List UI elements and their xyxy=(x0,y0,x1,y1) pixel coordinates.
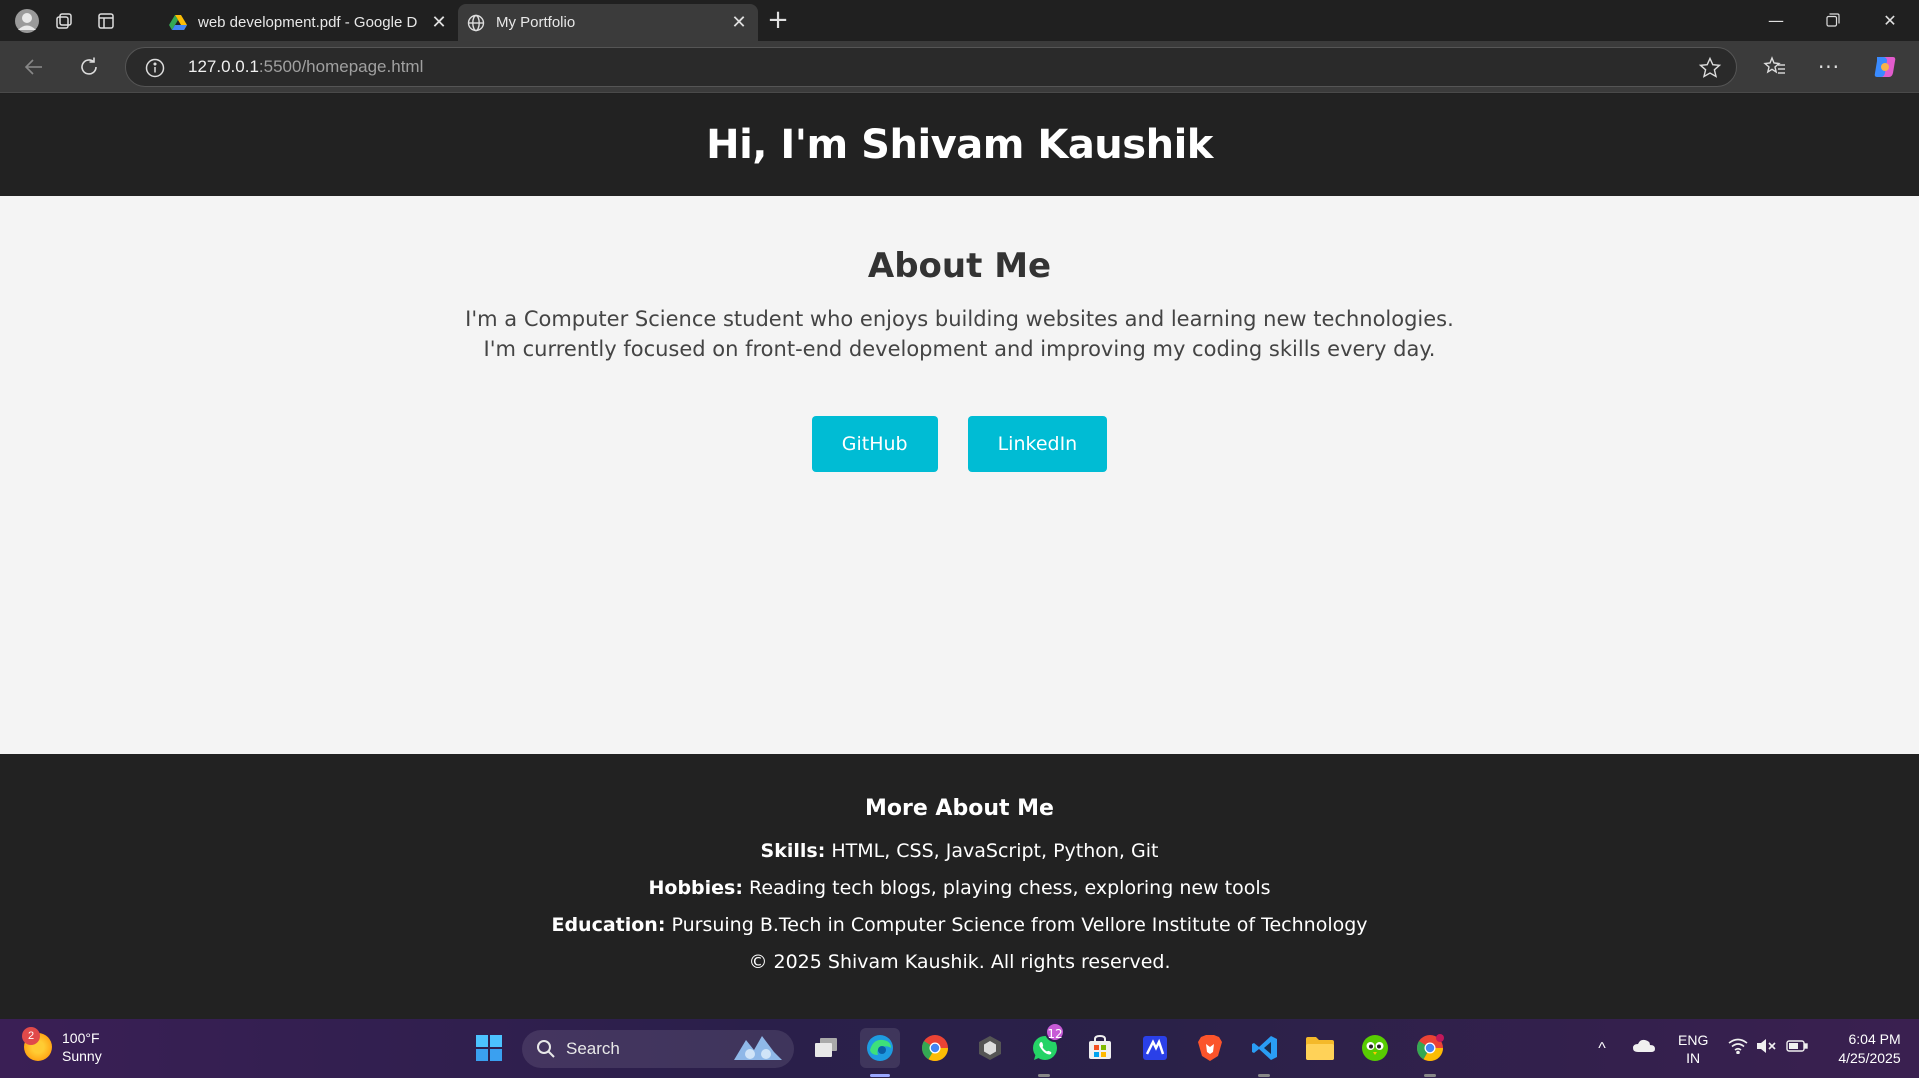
battery-icon[interactable] xyxy=(1786,1039,1809,1058)
profile-avatar-icon[interactable] xyxy=(13,7,41,35)
search-label: Search xyxy=(566,1039,620,1058)
whatsapp-badge: 12 xyxy=(1045,1022,1065,1042)
minimize-button[interactable]: — xyxy=(1748,0,1804,40)
tab-title: web development.pdf - Google D xyxy=(198,14,418,31)
education-label: Education: xyxy=(551,914,666,936)
hobbies-value: Reading tech blogs, playing chess, explo… xyxy=(742,877,1271,899)
address-bar[interactable]: 127.0.0.1:5500/homepage.html xyxy=(125,47,1737,87)
language-code: ENG xyxy=(1678,1031,1709,1048)
browser-window: web development.pdf - Google D ✕ My Port… xyxy=(0,0,1919,1078)
social-links: GitHub LinkedIn xyxy=(0,416,1919,472)
task-view-icon[interactable] xyxy=(806,1028,846,1068)
show-hidden-icons-icon[interactable]: ^ xyxy=(1590,1040,1614,1058)
page-footer: More About Me Skills: HTML, CSS, JavaScr… xyxy=(0,754,1919,1019)
skills-line: Skills: HTML, CSS, JavaScript, Python, G… xyxy=(0,833,1919,870)
close-tab-icon[interactable]: ✕ xyxy=(428,12,450,34)
skills-value: HTML, CSS, JavaScript, Python, Git xyxy=(825,840,1159,862)
weather-widget[interactable]: 2 100°F Sunny xyxy=(22,1027,102,1065)
about-text-line-2: I'm currently focused on front-end devel… xyxy=(483,337,1436,361)
url-path: :5500/homepage.html xyxy=(258,57,424,76)
vscode-icon[interactable] xyxy=(1245,1028,1285,1068)
running-app-indicator xyxy=(1038,1074,1050,1077)
weather-badge: 2 xyxy=(22,1027,40,1045)
clock[interactable]: 6:04 PM 4/25/2025 xyxy=(1838,1030,1900,1068)
education-value: Pursuing B.Tech in Computer Science from… xyxy=(665,914,1368,936)
clock-time: 6:04 PM xyxy=(1848,1030,1901,1047)
edge-browser-icon[interactable] xyxy=(860,1028,900,1068)
copilot-icon[interactable] xyxy=(1870,52,1900,82)
url-text: 127.0.0.1:5500/homepage.html xyxy=(188,57,423,77)
sun-icon: 2 xyxy=(22,1027,52,1061)
hobbies-label: Hobbies: xyxy=(648,877,743,899)
webpage: Hi, I'm Shivam Kaushik About Me I'm a Co… xyxy=(0,94,1919,1019)
chrome-icon[interactable] xyxy=(915,1028,955,1068)
favorites-icon[interactable] xyxy=(1760,52,1790,82)
about-section: About Me I'm a Computer Science student … xyxy=(0,246,1919,364)
globe-icon xyxy=(466,13,486,33)
microsoft-store-icon[interactable] xyxy=(1080,1028,1120,1068)
onedrive-cloud-icon[interactable] xyxy=(1632,1038,1658,1059)
region-code: IN xyxy=(1686,1049,1701,1066)
copyright-text: © 2025 Shivam Kaushik. All rights reserv… xyxy=(748,951,1171,973)
skills-label: Skills: xyxy=(760,840,826,862)
unity-hub-icon[interactable] xyxy=(970,1028,1010,1068)
tab-my-portfolio[interactable]: My Portfolio ✕ xyxy=(458,4,758,41)
google-drive-icon xyxy=(168,13,188,33)
close-window-button[interactable]: ✕ xyxy=(1862,0,1918,40)
new-tab-button[interactable]: + xyxy=(764,7,792,35)
whatsapp-icon[interactable]: 12 xyxy=(1025,1022,1065,1068)
weather-description: Sunny xyxy=(62,1048,102,1064)
wifi-icon[interactable] xyxy=(1728,1038,1748,1059)
restore-button[interactable] xyxy=(1805,0,1861,40)
hero-title: Hi, I'm Shivam Kaushik xyxy=(706,122,1213,168)
system-tray: ^ ENG IN 6:04 PM 4/25/2025 xyxy=(1590,1019,1900,1078)
weather-temperature: 100°F xyxy=(62,1030,100,1046)
stack-app-icon[interactable] xyxy=(1135,1028,1175,1068)
github-button[interactable]: GitHub xyxy=(811,416,938,472)
more-options-icon[interactable]: ··· xyxy=(1814,52,1844,82)
refresh-icon[interactable] xyxy=(74,52,104,82)
close-tab-icon[interactable]: ✕ xyxy=(728,12,750,34)
search-highlight-icon xyxy=(730,1032,786,1067)
volume-muted-icon[interactable] xyxy=(1756,1038,1776,1059)
footer-heading: More About Me xyxy=(865,796,1054,821)
about-heading: About Me xyxy=(867,246,1052,286)
favorite-star-icon[interactable] xyxy=(1698,56,1722,80)
taskbar-search[interactable]: Search xyxy=(522,1030,794,1068)
windows-taskbar: 2 100°F Sunny Search 12 ^ ENG IN 6:04 PM… xyxy=(0,1019,1919,1078)
hobbies-line: Hobbies: Reading tech blogs, playing che… xyxy=(0,870,1919,907)
brave-browser-icon[interactable] xyxy=(1190,1028,1230,1068)
file-explorer-icon[interactable] xyxy=(1300,1028,1340,1068)
duolingo-icon[interactable] xyxy=(1355,1028,1395,1068)
url-host: 127.0.0.1 xyxy=(188,57,259,76)
chrome-profile-icon[interactable] xyxy=(1410,1028,1450,1068)
language-indicator[interactable]: ENG IN xyxy=(1678,1031,1708,1067)
tab-web-development-pdf[interactable]: web development.pdf - Google D ✕ xyxy=(160,4,458,41)
tab-title: My Portfolio xyxy=(496,14,576,31)
back-arrow-icon[interactable] xyxy=(19,52,49,82)
education-line: Education: Pursuing B.Tech in Computer S… xyxy=(0,907,1919,944)
tab-strip: web development.pdf - Google D ✕ My Port… xyxy=(0,0,1919,41)
about-text-line-1: I'm a Computer Science student who enjoy… xyxy=(465,307,1454,331)
workspaces-icon[interactable] xyxy=(50,7,78,35)
running-app-indicator xyxy=(1424,1074,1436,1077)
clock-date: 4/25/2025 xyxy=(1838,1049,1901,1066)
running-app-indicator xyxy=(1258,1074,1270,1077)
linkedin-button[interactable]: LinkedIn xyxy=(967,416,1108,472)
browser-toolbar: 127.0.0.1:5500/homepage.html ··· xyxy=(0,41,1919,93)
page-header: Hi, I'm Shivam Kaushik xyxy=(0,94,1919,196)
vertical-tabs-icon[interactable] xyxy=(92,7,120,35)
windows-start-icon[interactable] xyxy=(469,1028,509,1068)
site-info-icon[interactable] xyxy=(144,57,166,79)
search-icon xyxy=(536,1039,556,1059)
active-app-indicator xyxy=(870,1074,890,1077)
